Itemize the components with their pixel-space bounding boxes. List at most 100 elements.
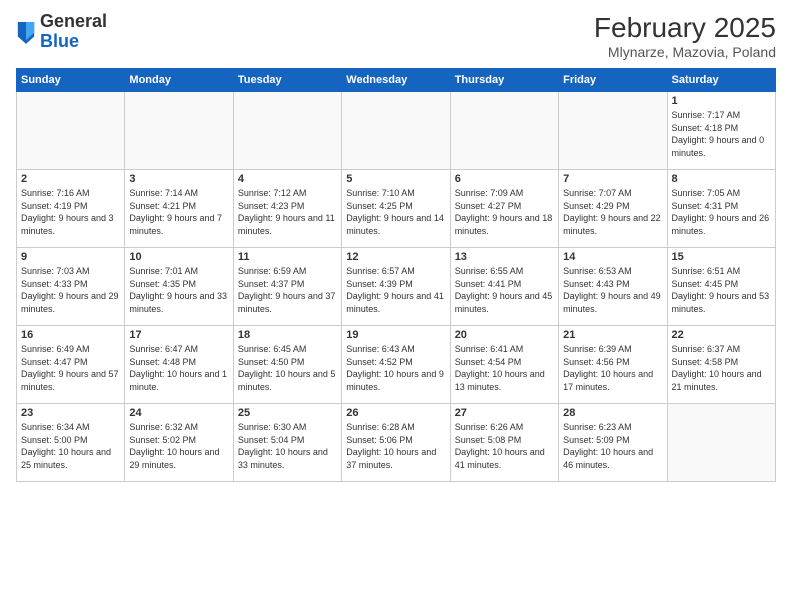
day-number: 6	[455, 173, 554, 185]
calendar-cell	[667, 404, 775, 482]
calendar-cell: 13Sunrise: 6:55 AM Sunset: 4:41 PM Dayli…	[450, 248, 558, 326]
day-number: 15	[672, 251, 771, 263]
calendar-cell: 15 Sunrise: 6:51 AM Sunset: 4:45 PM Dayli…	[667, 248, 775, 326]
day-info: Sunrise: 7:07 AM Sunset: 4:29 PM Dayligh…	[563, 187, 662, 237]
day-number: 7	[563, 173, 662, 185]
day-info: Sunrise: 7:14 AM Sunset: 4:21 PM Dayligh…	[129, 187, 228, 237]
day-info: Sunrise: 6:53 AM Sunset: 4:43 PM Dayligh…	[563, 265, 662, 315]
calendar-cell	[342, 92, 450, 170]
calendar-cell: 20 Sunrise: 6:41 AM Sunset: 4:54 PM Dayli…	[450, 326, 558, 404]
calendar-day-header: Saturday	[667, 69, 775, 92]
calendar-cell: 24Sunrise: 6:32 AM Sunset: 5:02 PM Dayli…	[125, 404, 233, 482]
day-number: 28	[563, 407, 662, 419]
day-number: 23	[21, 407, 120, 419]
day-info: Sunrise: 6:45 AM Sunset: 4:50 PM Dayligh…	[238, 343, 337, 393]
calendar-week-row: 16 Sunrise: 6:49 AM Sunset: 4:47 PM Dayli…	[17, 326, 776, 404]
calendar-day-header: Friday	[559, 69, 667, 92]
logo-general: General	[40, 11, 107, 31]
calendar-cell: 17Sunrise: 6:47 AM Sunset: 4:48 PM Dayli…	[125, 326, 233, 404]
day-info: Sunrise: 6:43 AM Sunset: 4:52 PM Dayligh…	[346, 343, 445, 393]
calendar-week-row: 2 Sunrise: 7:16 AM Sunset: 4:19 PM Daylig…	[17, 170, 776, 248]
calendar-cell: 12 Sunrise: 6:57 AM Sunset: 4:39 PM Dayli…	[342, 248, 450, 326]
day-info: Sunrise: 7:05 AM Sunset: 4:31 PM Dayligh…	[672, 187, 771, 237]
calendar-cell	[450, 92, 558, 170]
calendar-cell: 27Sunrise: 6:26 AM Sunset: 5:08 PM Dayli…	[450, 404, 558, 482]
title-section: February 2025 Mlynarze, Mazovia, Poland	[594, 12, 776, 60]
day-info: Sunrise: 7:17 AM Sunset: 4:18 PM Dayligh…	[672, 109, 771, 159]
calendar-header-row: SundayMondayTuesdayWednesdayThursdayFrid…	[17, 69, 776, 92]
day-info: Sunrise: 6:59 AM Sunset: 4:37 PM Dayligh…	[238, 265, 337, 315]
calendar-cell: 5Sunrise: 7:10 AM Sunset: 4:25 PM Daylig…	[342, 170, 450, 248]
day-info: Sunrise: 7:03 AM Sunset: 4:33 PM Dayligh…	[21, 265, 120, 315]
calendar-cell: 18 Sunrise: 6:45 AM Sunset: 4:50 PM Dayli…	[233, 326, 341, 404]
day-number: 18	[238, 329, 337, 341]
calendar-week-row: 1 Sunrise: 7:17 AM Sunset: 4:18 PM Daylig…	[17, 92, 776, 170]
calendar-day-header: Tuesday	[233, 69, 341, 92]
day-info: Sunrise: 6:37 AM Sunset: 4:58 PM Dayligh…	[672, 343, 771, 393]
day-info: Sunrise: 6:41 AM Sunset: 4:54 PM Dayligh…	[455, 343, 554, 393]
calendar-cell: 1 Sunrise: 7:17 AM Sunset: 4:18 PM Daylig…	[667, 92, 775, 170]
day-number: 8	[672, 173, 771, 185]
day-info: Sunrise: 6:28 AM Sunset: 5:06 PM Dayligh…	[346, 421, 445, 471]
day-number: 9	[21, 251, 120, 263]
day-number: 1	[672, 95, 771, 107]
main-container: General Blue February 2025 Mlynarze, Maz…	[0, 0, 792, 490]
calendar-cell: 8 Sunrise: 7:05 AM Sunset: 4:31 PM Daylig…	[667, 170, 775, 248]
logo-text: General Blue	[40, 12, 107, 52]
calendar-cell	[233, 92, 341, 170]
calendar-cell: 11 Sunrise: 6:59 AM Sunset: 4:37 PM Dayli…	[233, 248, 341, 326]
calendar-cell: 2 Sunrise: 7:16 AM Sunset: 4:19 PM Daylig…	[17, 170, 125, 248]
day-info: Sunrise: 7:01 AM Sunset: 4:35 PM Dayligh…	[129, 265, 228, 315]
calendar-week-row: 23 Sunrise: 6:34 AM Sunset: 5:00 PM Dayli…	[17, 404, 776, 482]
day-number: 22	[672, 329, 771, 341]
day-info: Sunrise: 7:09 AM Sunset: 4:27 PM Dayligh…	[455, 187, 554, 237]
day-info: Sunrise: 6:57 AM Sunset: 4:39 PM Dayligh…	[346, 265, 445, 315]
day-number: 19	[346, 329, 445, 341]
calendar-cell: 19 Sunrise: 6:43 AM Sunset: 4:52 PM Dayli…	[342, 326, 450, 404]
calendar-cell: 16 Sunrise: 6:49 AM Sunset: 4:47 PM Dayli…	[17, 326, 125, 404]
calendar-cell: 6 Sunrise: 7:09 AM Sunset: 4:27 PM Daylig…	[450, 170, 558, 248]
day-info: Sunrise: 6:51 AM Sunset: 4:45 PM Dayligh…	[672, 265, 771, 315]
day-info: Sunrise: 6:39 AM Sunset: 4:56 PM Dayligh…	[563, 343, 662, 393]
day-number: 10	[129, 251, 228, 263]
logo: General Blue	[16, 12, 107, 52]
calendar-cell: 9 Sunrise: 7:03 AM Sunset: 4:33 PM Daylig…	[17, 248, 125, 326]
day-info: Sunrise: 7:16 AM Sunset: 4:19 PM Dayligh…	[21, 187, 120, 237]
day-info: Sunrise: 7:10 AM Sunset: 4:25 PM Dayligh…	[346, 187, 445, 237]
calendar-cell: 23 Sunrise: 6:34 AM Sunset: 5:00 PM Dayli…	[17, 404, 125, 482]
day-number: 21	[563, 329, 662, 341]
day-number: 16	[21, 329, 120, 341]
day-info: Sunrise: 6:34 AM Sunset: 5:00 PM Dayligh…	[21, 421, 120, 471]
day-number: 26	[346, 407, 445, 419]
day-info: Sunrise: 7:12 AM Sunset: 4:23 PM Dayligh…	[238, 187, 337, 237]
day-number: 25	[238, 407, 337, 419]
calendar-day-header: Thursday	[450, 69, 558, 92]
location: Mlynarze, Mazovia, Poland	[594, 44, 776, 60]
calendar-day-header: Wednesday	[342, 69, 450, 92]
calendar-cell: 21 Sunrise: 6:39 AM Sunset: 4:56 PM Dayli…	[559, 326, 667, 404]
day-info: Sunrise: 6:55 AM Sunset: 4:41 PM Dayligh…	[455, 265, 554, 315]
day-number: 11	[238, 251, 337, 263]
logo-blue: Blue	[40, 31, 79, 51]
day-info: Sunrise: 6:49 AM Sunset: 4:47 PM Dayligh…	[21, 343, 120, 393]
calendar-cell: 22 Sunrise: 6:37 AM Sunset: 4:58 PM Dayli…	[667, 326, 775, 404]
day-number: 4	[238, 173, 337, 185]
day-number: 3	[129, 173, 228, 185]
calendar-week-row: 9 Sunrise: 7:03 AM Sunset: 4:33 PM Daylig…	[17, 248, 776, 326]
day-number: 2	[21, 173, 120, 185]
calendar: SundayMondayTuesdayWednesdayThursdayFrid…	[16, 68, 776, 482]
calendar-cell: 10 Sunrise: 7:01 AM Sunset: 4:35 PM Dayli…	[125, 248, 233, 326]
day-info: Sunrise: 6:32 AM Sunset: 5:02 PM Dayligh…	[129, 421, 228, 471]
calendar-cell: 25Sunrise: 6:30 AM Sunset: 5:04 PM Dayli…	[233, 404, 341, 482]
header: General Blue February 2025 Mlynarze, Maz…	[16, 12, 776, 60]
calendar-cell: 26 Sunrise: 6:28 AM Sunset: 5:06 PM Dayli…	[342, 404, 450, 482]
day-number: 14	[563, 251, 662, 263]
calendar-cell: 3 Sunrise: 7:14 AM Sunset: 4:21 PM Daylig…	[125, 170, 233, 248]
calendar-cell: 28Sunrise: 6:23 AM Sunset: 5:09 PM Dayli…	[559, 404, 667, 482]
calendar-day-header: Monday	[125, 69, 233, 92]
day-number: 12	[346, 251, 445, 263]
calendar-cell: 4 Sunrise: 7:12 AM Sunset: 4:23 PM Daylig…	[233, 170, 341, 248]
day-number: 20	[455, 329, 554, 341]
calendar-cell	[559, 92, 667, 170]
month-title: February 2025	[594, 12, 776, 44]
